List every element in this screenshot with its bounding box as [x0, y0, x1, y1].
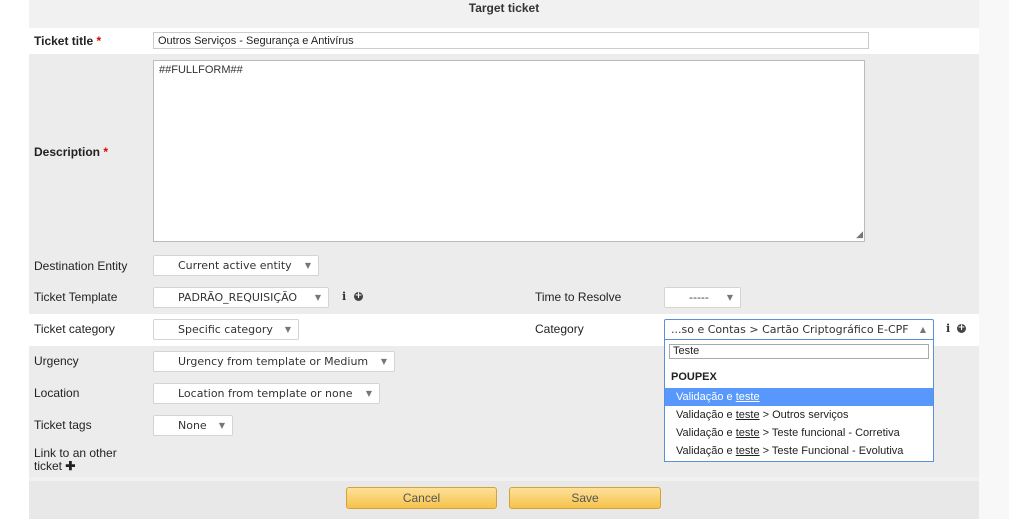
ticket-category-select[interactable]: Specific category ▼	[153, 319, 299, 340]
option-match: teste	[735, 445, 760, 457]
category-value: ...so e Contas > Cartão Criptográfico E-…	[671, 323, 909, 336]
form-actions-bar	[29, 481, 979, 519]
destination-entity-label: Destination Entity	[34, 259, 128, 273]
option-suffix: > Outros serviços	[759, 409, 849, 421]
time-to-resolve-select[interactable]: ----- ▼	[664, 287, 741, 308]
time-to-resolve-label: Time to Resolve	[535, 290, 622, 304]
info-icon[interactable]: i	[342, 290, 346, 303]
ticket-title-label: Ticket title *	[34, 34, 101, 48]
option-prefix: Validação e	[676, 427, 736, 439]
link-ticket-label[interactable]: Link to an other ticket ✚	[34, 447, 117, 473]
time-to-resolve-value: -----	[689, 291, 709, 304]
info-icon[interactable]: i	[946, 322, 950, 335]
ticket-tags-select[interactable]: None ▼	[153, 415, 233, 436]
location-select[interactable]: Location from template or none ▼	[153, 383, 380, 404]
location-value: Location from template or none	[178, 387, 353, 400]
option-match: teste	[735, 409, 760, 421]
option-match: teste	[735, 427, 760, 439]
destination-entity-select[interactable]: Current active entity ▼	[153, 255, 319, 276]
ticket-category-label: Ticket category	[34, 322, 115, 336]
category-option[interactable]: Validação e teste	[665, 388, 933, 406]
ticket-template-label: Ticket Template	[34, 290, 118, 304]
add-link-icon[interactable]: ✚	[65, 459, 75, 473]
save-button[interactable]: Save	[509, 487, 661, 509]
link-ticket-label-line2: ticket ✚	[34, 460, 117, 473]
chevron-down-icon: ▼	[380, 357, 387, 366]
chevron-down-icon: ▼	[726, 293, 733, 302]
description-text: ##FULLFORM##	[159, 64, 243, 76]
category-option[interactable]: Validação e teste > Teste Funcional - Ev…	[665, 442, 933, 460]
ticket-template-value: PADRÃO_REQUISIÇÃO	[178, 291, 298, 304]
panel-title: Target ticket	[29, 0, 979, 18]
chevron-down-icon: ▼	[304, 261, 311, 270]
chevron-down-icon: ▼	[314, 293, 321, 302]
description-label: Description *	[34, 145, 108, 159]
description-textarea[interactable]: ##FULLFORM## ◢	[153, 60, 865, 242]
category-search-input[interactable]: Teste	[669, 344, 929, 359]
category-select[interactable]: ...so e Contas > Cartão Criptográfico E-…	[664, 319, 934, 340]
ticket-title-label-text: Ticket title	[34, 34, 94, 48]
category-dropdown: Teste POUPEX Validação e teste Validação…	[664, 340, 934, 462]
destination-entity-value: Current active entity	[178, 259, 292, 272]
option-prefix: Validação e	[676, 391, 736, 403]
ticket-title-input[interactable]: Outros Serviços - Segurança e Antivírus	[153, 32, 869, 49]
page-margin	[979, 0, 1009, 519]
location-label: Location	[34, 386, 80, 400]
urgency-value: Urgency from template or Medium	[178, 355, 369, 368]
required-marker: *	[96, 34, 102, 48]
category-group-label: POUPEX	[671, 371, 717, 383]
chevron-down-icon: ▼	[365, 389, 372, 398]
option-prefix: Validação e	[676, 445, 736, 457]
chevron-down-icon: ▼	[284, 325, 291, 334]
ticket-template-select[interactable]: PADRÃO_REQUISIÇÃO ▼	[153, 287, 329, 308]
ticket-tags-label: Ticket tags	[34, 418, 92, 432]
link-ticket-text: ticket	[34, 459, 63, 473]
urgency-select[interactable]: Urgency from template or Medium ▼	[153, 351, 395, 372]
category-option[interactable]: Validação e teste > Teste funcional - Co…	[665, 424, 933, 442]
required-marker: *	[103, 145, 109, 159]
chevron-up-icon: ▲	[919, 325, 926, 334]
option-match: teste	[735, 391, 760, 403]
option-suffix: > Teste Funcional - Evolutiva	[759, 445, 904, 457]
option-prefix: Validação e	[676, 409, 736, 421]
resize-handle-icon[interactable]: ◢	[856, 229, 863, 240]
add-icon[interactable]: +	[354, 292, 363, 301]
ticket-category-value: Specific category	[178, 323, 273, 336]
chevron-down-icon: ▼	[218, 421, 225, 430]
option-suffix: > Teste funcional - Corretiva	[759, 427, 900, 439]
add-icon[interactable]: +	[957, 324, 966, 333]
category-label: Category	[535, 322, 584, 336]
urgency-label: Urgency	[34, 354, 79, 368]
ticket-tags-value: None	[178, 419, 207, 432]
category-option[interactable]: Validação e teste > Outros serviços	[665, 406, 933, 424]
cancel-button[interactable]: Cancel	[346, 487, 497, 509]
description-label-text: Description	[34, 145, 101, 159]
